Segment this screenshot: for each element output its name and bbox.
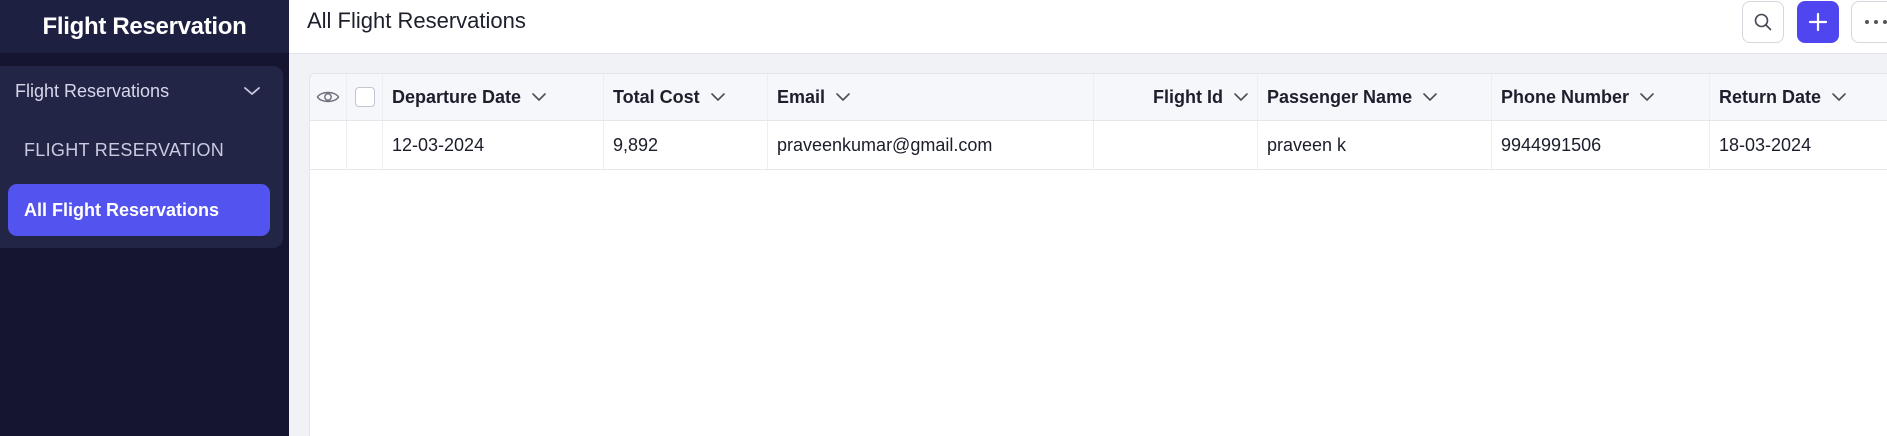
chevron-down-icon (244, 87, 260, 96)
nav-group-toggle[interactable]: Flight Reservations (0, 66, 283, 116)
column-header-total-cost[interactable]: Total Cost (604, 74, 768, 120)
row-select-cell (347, 121, 383, 169)
sidebar-item-label: All Flight Reservations (24, 199, 220, 220)
nav-group-flight-reservations: Flight Reservations FLIGHT RESERVATION A… (0, 66, 283, 248)
chevron-down-icon (710, 93, 725, 102)
chevron-down-icon (1832, 93, 1846, 102)
column-header-passenger-name[interactable]: Passenger Name (1258, 74, 1492, 120)
plus-icon (1808, 12, 1828, 32)
search-button[interactable] (1742, 1, 1784, 43)
column-header-email[interactable]: Email (768, 74, 1094, 120)
sidebar-item-all-flight-reservations[interactable]: All Flight Reservations (8, 184, 270, 236)
table-header: Departure Date Total Cost Email Flight I… (310, 74, 1887, 121)
sidebar-item-flight-reservation[interactable]: FLIGHT RESERVATION (8, 124, 270, 176)
select-all-cell (347, 74, 383, 120)
search-icon (1754, 13, 1772, 31)
more-options-button[interactable] (1851, 1, 1887, 43)
column-header-label: Email (777, 86, 826, 107)
column-header-label: Phone Number (1501, 86, 1630, 107)
eye-icon (316, 91, 340, 103)
top-bar: All Flight Reservations (289, 0, 1887, 54)
table-row[interactable]: 12-03-2024 9,892 praveenkumar@gmail.com … (310, 121, 1887, 170)
column-header-return-date[interactable]: Return Date (1710, 74, 1887, 120)
cell-passenger-name: praveen k (1258, 121, 1492, 169)
column-header-label: Departure Date (392, 86, 522, 107)
chevron-down-icon (836, 93, 850, 102)
cell-flight-id (1094, 121, 1258, 169)
sidebar-item-label: FLIGHT RESERVATION (24, 139, 225, 160)
records-table: Departure Date Total Cost Email Flight I… (309, 73, 1887, 436)
add-button[interactable] (1797, 1, 1839, 43)
cell-total-cost: 9,892 (604, 121, 768, 169)
view-toggle[interactable] (310, 74, 347, 120)
column-header-departure-date[interactable]: Departure Date (383, 74, 604, 120)
nav-group-label: Flight Reservations (15, 80, 170, 101)
column-header-phone-number[interactable]: Phone Number (1492, 74, 1710, 120)
app-title: Flight Reservation (42, 12, 247, 40)
sidebar-header: Flight Reservation (0, 0, 289, 53)
chevron-down-icon (532, 93, 546, 102)
chevron-down-icon (1640, 93, 1654, 102)
sidebar: Flight Reservation Flight Reservations F… (0, 0, 289, 436)
chevron-down-icon (1423, 93, 1437, 102)
column-header-label: Return Date (1719, 86, 1822, 107)
column-header-flight-id[interactable]: Flight Id (1094, 74, 1258, 120)
select-all-checkbox[interactable] (354, 87, 375, 107)
cell-departure-date: 12-03-2024 (383, 121, 604, 169)
cell-email: praveenkumar@gmail.com (768, 121, 1094, 169)
more-icon (1865, 20, 1887, 24)
column-header-label: Passenger Name (1267, 86, 1413, 107)
row-view-cell (310, 121, 347, 169)
cell-phone-number: 9944991506 (1492, 121, 1710, 169)
column-header-label: Flight Id (1153, 86, 1223, 107)
chevron-down-icon (1234, 93, 1248, 102)
page-title: All Flight Reservations (307, 8, 526, 33)
cell-return-date: 18-03-2024 (1719, 134, 1812, 155)
column-header-label: Total Cost (613, 86, 700, 107)
